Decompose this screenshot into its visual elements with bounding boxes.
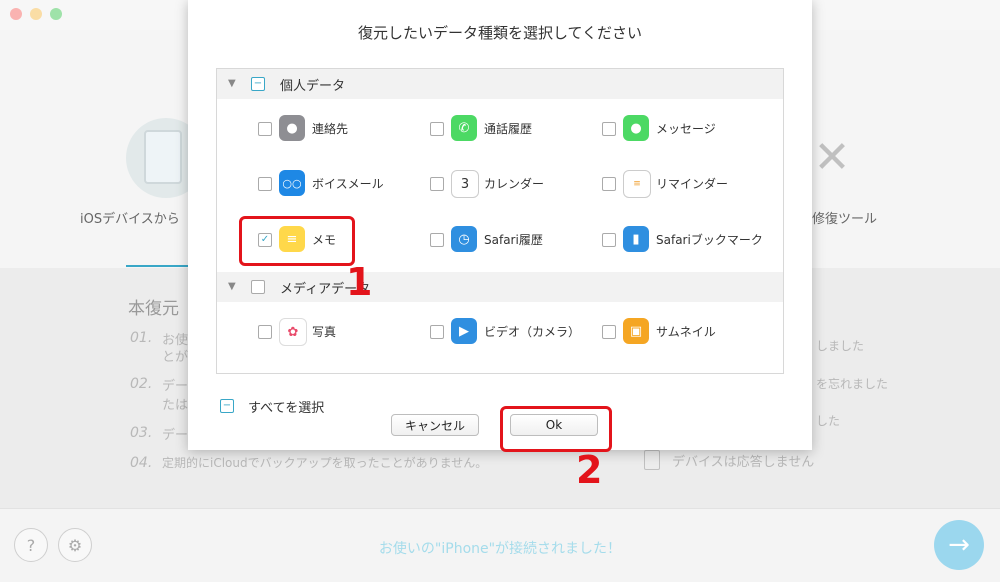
item-checkbox[interactable]	[258, 177, 272, 191]
item-checkbox[interactable]	[430, 122, 444, 136]
item-label: メッセージ	[656, 122, 716, 136]
item-label: サムネイル	[656, 325, 716, 339]
list-text: とが	[162, 350, 189, 365]
list-text: デバイスは応答しません	[672, 455, 815, 470]
category-checkbox[interactable]	[251, 280, 265, 294]
repair-tool-icon[interactable]: ✕	[808, 132, 856, 184]
data-item-call-history[interactable]: ✆ 通話履歴	[430, 115, 600, 143]
category-label: 個人データ	[280, 79, 346, 94]
calendar-icon: 3	[451, 170, 479, 198]
data-item-reminders[interactable]: ≡ リマインダー	[602, 170, 772, 198]
list-text: を忘れました	[816, 377, 889, 391]
voicemail-icon: ○○	[279, 170, 305, 196]
list-text: デー	[162, 428, 189, 443]
list-text: デー	[162, 379, 189, 394]
reminders-icon: ≡	[623, 170, 651, 198]
connection-status: お使いの"iPhone"が接続されました！	[378, 541, 622, 557]
annotation-highlight-ok	[500, 406, 612, 452]
item-label: カレンダー	[484, 177, 545, 191]
zoom-window-button[interactable]	[50, 8, 62, 20]
dialog-title: 復元したいデータ種類を選択してください	[357, 24, 643, 42]
item-label: ビデオ（カメラ）	[484, 325, 581, 339]
item-label: 連絡先	[312, 122, 349, 136]
item-checkbox[interactable]	[258, 122, 272, 136]
select-all-checkbox[interactable]: −	[220, 399, 234, 413]
item-label: 写真	[312, 325, 337, 339]
data-item-voicemail[interactable]: ○○ ボイスメール	[258, 170, 428, 198]
data-item-calendar[interactable]: 3 カレンダー	[430, 170, 600, 198]
annotation-highlight-notes	[239, 216, 355, 266]
active-mode-indicator	[126, 265, 188, 267]
data-item-contacts[interactable]: ● 連絡先	[258, 115, 428, 143]
category-header-personal[interactable]: ▼ − 個人データ	[217, 69, 783, 99]
tablet-icon	[144, 130, 182, 184]
next-button[interactable]: →	[934, 520, 984, 570]
item-label: Safari履歴	[484, 233, 543, 247]
select-all-row[interactable]: − すべてを選択	[220, 396, 420, 416]
video-icon: ▶	[451, 318, 477, 344]
category-checkbox[interactable]: −	[251, 77, 265, 91]
item-label: 通話履歴	[484, 122, 533, 136]
cancel-button[interactable]: キャンセル	[391, 414, 479, 436]
expand-triangle-icon[interactable]: ▼	[228, 78, 236, 89]
category-header-media[interactable]: ▼ メディアデータ	[217, 272, 783, 302]
list-num: 03.	[130, 425, 153, 441]
item-checkbox[interactable]	[602, 325, 616, 339]
item-checkbox[interactable]	[602, 122, 616, 136]
data-item-safari-bookmarks[interactable]: ▮ Safariブックマーク	[602, 226, 772, 254]
item-checkbox[interactable]	[602, 233, 616, 247]
list-num: 04.	[130, 455, 153, 471]
close-window-button[interactable]	[10, 8, 22, 20]
ios-device-mode-label[interactable]: iOSデバイスから	[80, 208, 180, 227]
list-text: しました	[816, 339, 865, 353]
item-checkbox[interactable]	[258, 325, 272, 339]
contacts-icon: ●	[279, 115, 305, 141]
data-item-thumbnails[interactable]: ▣ サムネイル	[602, 318, 772, 346]
section-title: 本復元	[128, 299, 179, 319]
thumbnail-icon: ▣	[623, 318, 649, 344]
item-label: Safariブックマーク	[656, 233, 763, 247]
list-text: たは	[162, 398, 189, 413]
annotation-step-1: 1	[346, 260, 373, 304]
list-text: 定期的にiCloudでバックアップを取ったことがありません。	[162, 456, 488, 470]
item-checkbox[interactable]	[430, 177, 444, 191]
item-checkbox[interactable]	[602, 177, 616, 191]
item-checkbox[interactable]	[430, 233, 444, 247]
item-label: リマインダー	[656, 177, 729, 191]
arrow-right-icon: →	[948, 530, 970, 560]
phone-icon: ✆	[451, 115, 477, 141]
data-item-photos[interactable]: ✿ 写真	[258, 318, 428, 346]
list-text: した	[816, 414, 841, 428]
annotation-step-2: 2	[576, 448, 603, 492]
list-num: 02.	[130, 376, 153, 392]
item-label: ボイスメール	[312, 177, 384, 191]
repair-tool-label[interactable]: 修復ツール	[812, 208, 877, 227]
safari-history-icon: ◷	[451, 226, 477, 252]
data-item-safari-history[interactable]: ◷ Safari履歴	[430, 226, 600, 254]
data-item-video[interactable]: ▶ ビデオ（カメラ）	[430, 318, 600, 346]
safari-bookmark-icon: ▮	[623, 226, 649, 252]
messages-icon: ●	[623, 115, 649, 141]
select-all-label: すべてを選択	[248, 401, 325, 416]
data-item-messages[interactable]: ● メッセージ	[602, 115, 772, 143]
device-unresponsive-icon	[644, 450, 660, 470]
expand-triangle-icon[interactable]: ▼	[228, 281, 236, 292]
item-checkbox[interactable]	[430, 325, 444, 339]
photos-icon: ✿	[279, 318, 307, 346]
minimize-window-button[interactable]	[30, 8, 42, 20]
list-num: 01.	[130, 330, 153, 346]
